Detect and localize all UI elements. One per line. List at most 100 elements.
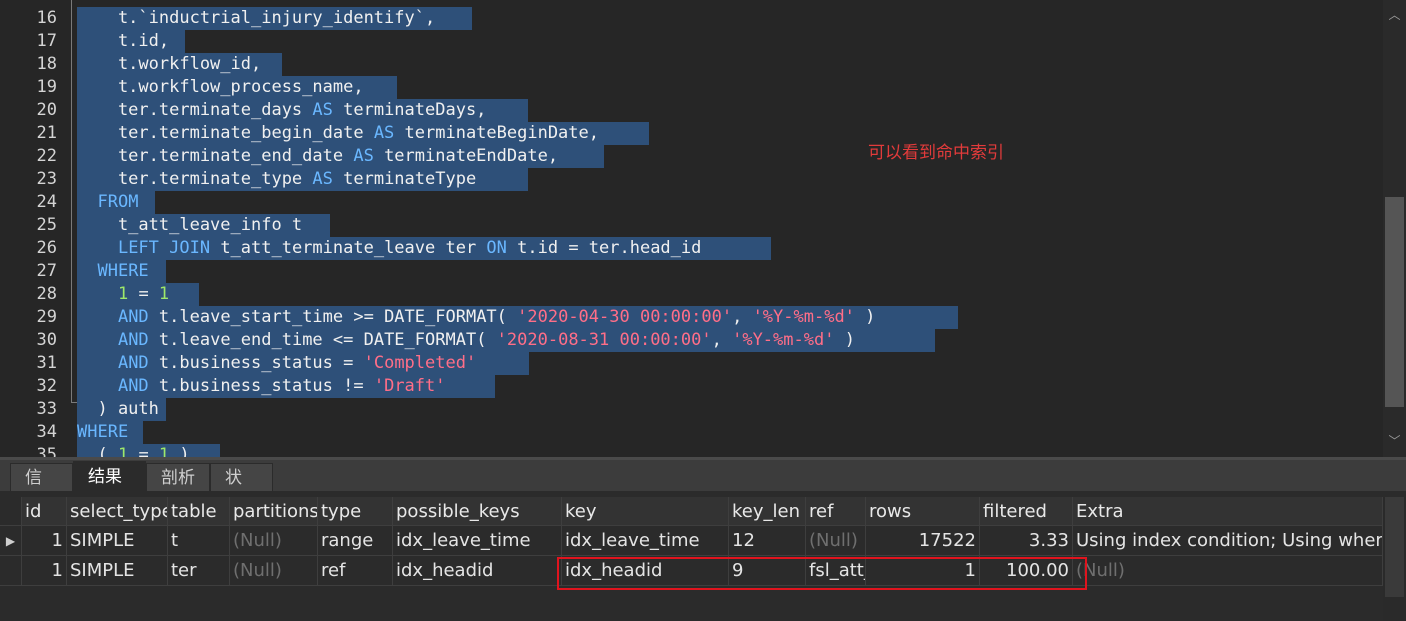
editor-scroll-thumb[interactable]: [1385, 197, 1404, 407]
sql-token: terminateDays,: [332, 100, 487, 120]
table-cell[interactable]: SIMPLE: [67, 556, 168, 586]
sql-string: 'Draft': [373, 376, 446, 396]
sql-keyword: AS: [312, 100, 333, 120]
code-line[interactable]: 22 ter.terminate_end_date AS terminateEn…: [0, 145, 1380, 168]
code-line[interactable]: 26 LEFT JOIN t_att_terminate_leave ter O…: [0, 237, 1380, 260]
sql-token: t.workflow_id,: [77, 54, 262, 74]
sql-token: terminateEndDate,: [373, 146, 559, 166]
code-line[interactable]: 24 FROM: [0, 191, 1380, 214]
sql-token: ): [169, 445, 190, 457]
current-row-icon[interactable]: ▶: [0, 526, 22, 556]
line-number: 33: [36, 399, 57, 419]
table-cell[interactable]: 17522: [866, 526, 980, 556]
column-header-partitions[interactable]: partitions: [230, 497, 318, 526]
code-text: WHERE: [77, 421, 128, 444]
code-text: ( 1 = 1 ): [77, 444, 190, 457]
table-cell[interactable]: idx_leave_time: [393, 526, 562, 556]
tab-profile[interactable]: 剖析: [146, 463, 210, 491]
table-cell[interactable]: t: [168, 526, 230, 556]
column-header-type[interactable]: type: [318, 497, 393, 526]
tab-status[interactable]: 状态: [210, 463, 273, 516]
line-number: 34: [36, 422, 57, 442]
sql-token: =: [128, 284, 159, 304]
column-header-select-type[interactable]: select_type: [67, 497, 168, 526]
column-header-possible-keys[interactable]: possible_keys: [393, 497, 562, 526]
column-header-extra[interactable]: Extra: [1073, 497, 1383, 526]
table-cell[interactable]: 1: [22, 556, 67, 586]
scroll-up-icon[interactable]: ︿: [1383, 6, 1406, 23]
code-line[interactable]: 17 t.id,: [0, 30, 1380, 53]
code-line[interactable]: 29 AND t.leave_start_time >= DATE_FORMAT…: [0, 306, 1380, 329]
code-line[interactable]: 21 ter.terminate_begin_date AS terminate…: [0, 122, 1380, 145]
sql-keyword: AND: [117, 307, 149, 327]
table-cell[interactable]: ter: [168, 556, 230, 586]
tab-info[interactable]: 信息: [10, 463, 73, 516]
code-text: AND t.business_status != 'Draft': [77, 375, 446, 398]
code-line[interactable]: 19 t.workflow_process_name,: [0, 76, 1380, 99]
tab-result-1[interactable]: 结果 1: [73, 461, 146, 517]
scroll-down-icon[interactable]: ﹀: [1383, 432, 1406, 449]
code-text: t.workflow_process_name,: [77, 76, 364, 99]
grid-scroll-thumb[interactable]: [1385, 497, 1404, 597]
code-line[interactable]: 18 t.workflow_id,: [0, 53, 1380, 76]
code-line[interactable]: 25 t_att_leave_info t: [0, 214, 1380, 237]
code-text: AND t.leave_end_time <= DATE_FORMAT( '20…: [77, 329, 855, 352]
table-cell[interactable]: (Null): [230, 526, 318, 556]
table-cell[interactable]: 12: [729, 526, 806, 556]
table-cell[interactable]: ref: [318, 556, 393, 586]
column-header-key-len[interactable]: key_len: [729, 497, 806, 526]
column-header-id[interactable]: id: [22, 497, 67, 526]
table-cell[interactable]: 3.33: [980, 526, 1073, 556]
sql-editor[interactable]: 16 t.`inductrial_injury_identify`, 17 t.i…: [0, 0, 1406, 457]
table-cell[interactable]: idx_headid: [393, 556, 562, 586]
code-line[interactable]: 28 1 = 1: [0, 283, 1380, 306]
line-number: 20: [36, 100, 57, 120]
column-header-table[interactable]: table: [168, 497, 230, 526]
code-line[interactable]: 16 t.`inductrial_injury_identify`,: [0, 7, 1380, 30]
sql-token: t.leave_start_time >= DATE_FORMAT(: [148, 307, 518, 327]
table-cell[interactable]: 1: [22, 526, 67, 556]
sql-keyword: ON: [486, 238, 507, 258]
table-cell[interactable]: SIMPLE: [67, 526, 168, 556]
grid-header-row: id select_type table partitions type possible…: [0, 497, 1383, 526]
table-cell[interactable]: (Null): [806, 526, 866, 556]
table-row[interactable]: ▶ 1 SIMPLE t (Null) range idx_leave_time idx_le…: [0, 526, 1383, 556]
column-header-filtered[interactable]: filtered: [980, 497, 1073, 526]
column-header-key[interactable]: key: [562, 497, 729, 526]
code-line[interactable]: 23 ter.terminate_type AS terminateType: [0, 168, 1380, 191]
sql-keyword: WHERE: [97, 261, 149, 281]
table-cell[interactable]: Using index condition; Using where: [1073, 526, 1383, 556]
code-line[interactable]: 34 WHERE: [0, 421, 1380, 444]
grid-vertical-scrollbar[interactable]: [1383, 497, 1406, 621]
code-line[interactable]: 30 AND t.leave_end_time <= DATE_FORMAT( …: [0, 329, 1380, 352]
code-line[interactable]: 27 WHERE: [0, 260, 1380, 283]
sql-token: t.id = ter.head_id: [506, 238, 702, 258]
code-text: LEFT JOIN t_att_terminate_leave ter ON t…: [77, 237, 701, 260]
table-cell[interactable]: (Null): [230, 556, 318, 586]
code-line[interactable]: 31 AND t.business_status = 'Completed': [0, 352, 1380, 375]
line-number: 30: [36, 330, 57, 350]
column-header-rows[interactable]: rows: [866, 497, 980, 526]
table-cell[interactable]: idx_leave_time: [562, 526, 729, 556]
result-grid[interactable]: id select_type table partitions type possible…: [0, 491, 1406, 621]
editor-vertical-scrollbar[interactable]: ︿ ﹀: [1383, 0, 1406, 457]
table-cell[interactable]: range: [318, 526, 393, 556]
sql-string: '2020-08-31 00:00:00': [496, 330, 712, 350]
line-number: 24: [36, 192, 57, 212]
column-header-ref[interactable]: ref: [806, 497, 866, 526]
code-line[interactable]: 35 ( 1 = 1 ): [0, 444, 1380, 457]
sql-token: t.leave_end_time <= DATE_FORMAT(: [148, 330, 497, 350]
code-text: t.`inductrial_injury_identify`,: [77, 7, 435, 30]
sql-string: '2020-04-30 00:00:00': [517, 307, 733, 327]
row-selector[interactable]: [0, 556, 22, 586]
sql-token: ,: [711, 330, 733, 350]
code-line[interactable]: 32 AND t.business_status != 'Draft': [0, 375, 1380, 398]
table-cell[interactable]: (Null): [1073, 556, 1383, 586]
sql-keyword: AND: [117, 353, 149, 373]
code-text: 1 = 1: [77, 283, 169, 306]
code-line[interactable]: 33 ) auth: [0, 398, 1380, 421]
code-line[interactable]: 20 ter.terminate_days AS terminateDays,: [0, 99, 1380, 122]
code-text: AND t.leave_start_time >= DATE_FORMAT( '…: [77, 306, 875, 329]
